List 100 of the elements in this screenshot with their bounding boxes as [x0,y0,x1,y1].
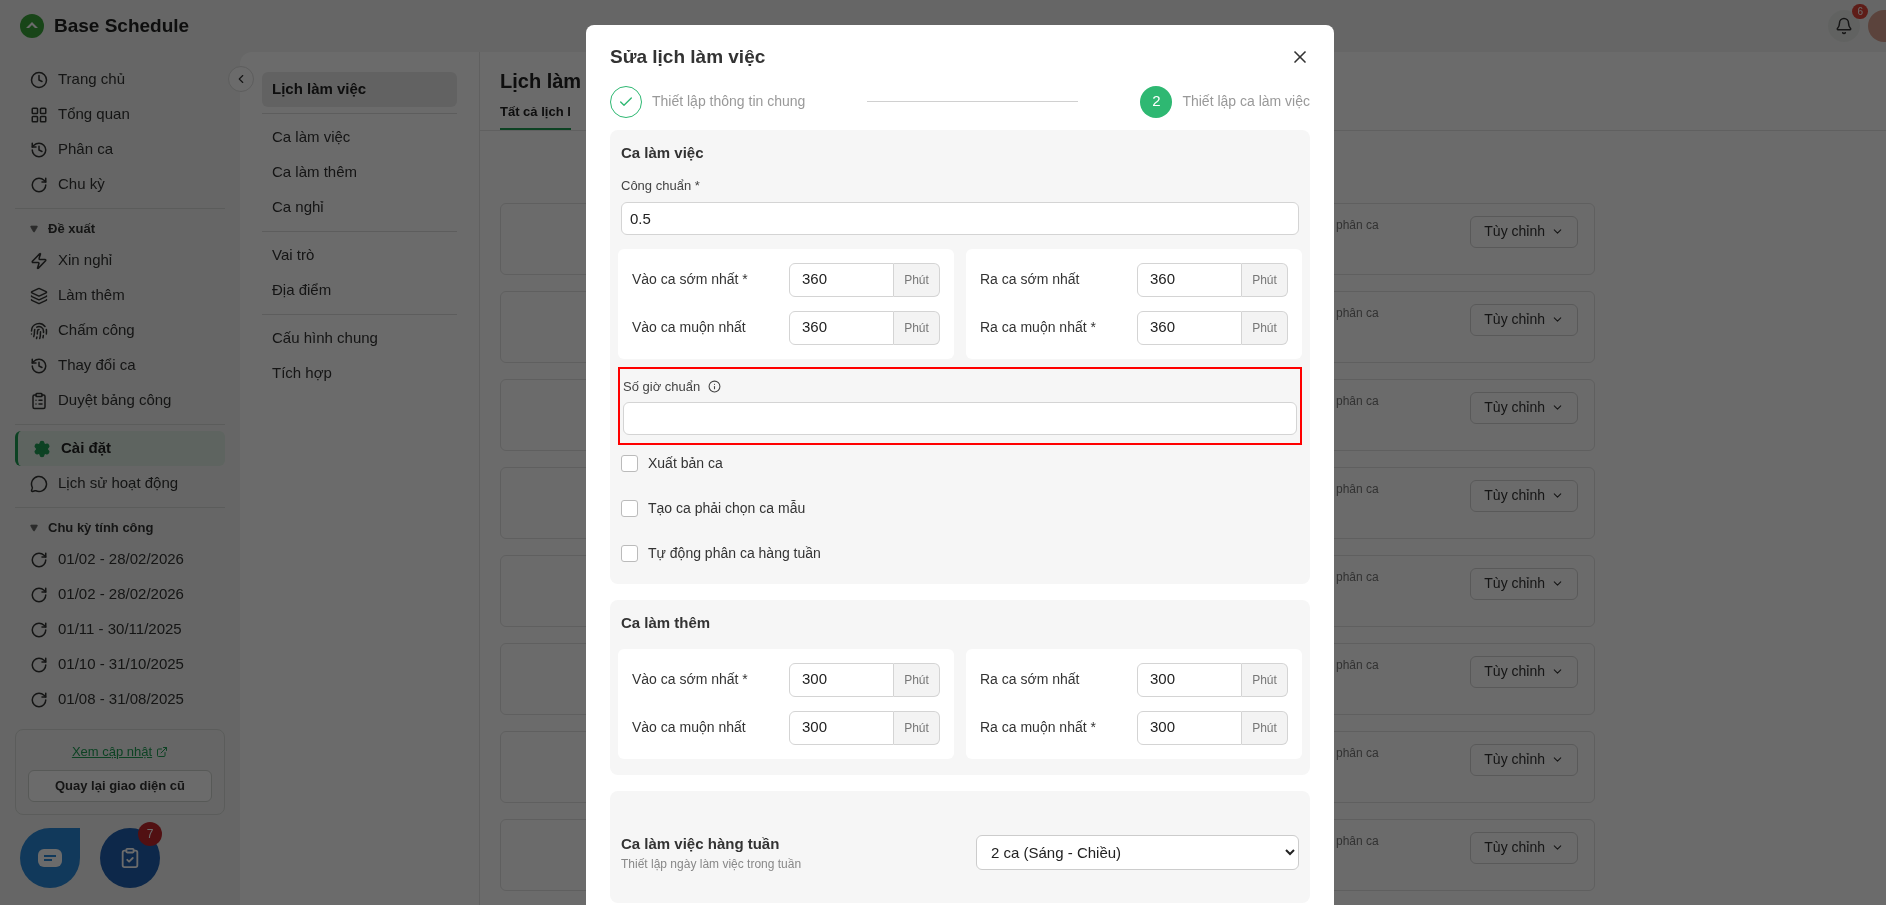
standard-hours-field[interactable] [623,402,1297,435]
card-text: phân ca [1336,304,1379,322]
layers-icon [30,286,48,305]
settings-nav-item[interactable]: Địa điểm [262,273,457,308]
customize-button[interactable]: Tùy chỉnh [1470,743,1578,776]
customize-button[interactable]: Tùy chỉnh [1470,479,1578,512]
notification-button[interactable] [1828,10,1860,42]
sidebar-item[interactable]: Trang chủ [15,62,225,97]
customize-button[interactable]: Tùy chỉnh [1470,215,1578,248]
unit-label: Phút [1242,662,1288,697]
number-field[interactable]: 300 [789,662,894,697]
sidebar-item[interactable]: 01/08 - 31/08/2025 [15,682,225,717]
info-icon[interactable] [708,379,722,393]
sidebar-item[interactable]: 01/11 - 30/11/2025 [15,612,225,647]
customize-button[interactable]: Tùy chỉnh [1470,391,1578,424]
settings-icon [33,439,51,458]
unit-label: Phút [894,310,940,345]
sidebar-item[interactable]: 01/02 - 28/02/2026 [15,542,225,577]
dialog-title: Sửa lịch làm việc [610,45,766,69]
speech-bubble-icon [30,474,48,493]
settings-nav-item[interactable]: Ca làm thêm [262,155,457,190]
chat-button[interactable] [20,828,80,888]
card-text: phân ca [1336,568,1379,586]
field-label: Ra ca sớm nhất [980,270,1080,289]
field-label: Vào ca sớm nhất * [632,670,748,689]
section-heading[interactable]: Chu kỳ tính công [15,514,225,542]
unit-label: Phút [1242,710,1288,745]
checkbox-label: Tạo ca phải chọn ca mẫu [648,499,806,518]
sidebar-item[interactable]: Chấm công [15,313,225,348]
settings-nav-item[interactable]: Tích hợp [262,356,457,391]
customize-button[interactable]: Tùy chỉnh [1470,567,1578,600]
caret-icon [30,524,38,532]
app-title: Base Schedule [54,13,190,38]
settings-nav-item[interactable]: Ca làm việc [262,120,457,155]
settings-nav-item[interactable]: Vai trò [262,238,457,273]
field-label: Ra ca muộn nhất * [980,318,1096,337]
unit-label: Phút [1242,262,1288,297]
sidebar-item[interactable]: Xin nghỉ [15,243,225,278]
grid-icon [30,105,48,124]
sidebar-item[interactable]: Phân ca [15,132,225,167]
lightning-icon [30,251,48,270]
legacy-ui-button[interactable]: Quay lại giao diện cũ [28,769,212,802]
card-text: phân ca [1336,392,1379,410]
number-field[interactable]: 360 [789,310,894,345]
customize-button[interactable]: Tùy chỉnh [1470,831,1578,864]
sidebar-item[interactable]: Chu kỳ [15,167,225,202]
chat-icon [38,849,62,867]
notification-badge: 6 [1852,4,1868,19]
sidebar-item[interactable]: Làm thêm [15,278,225,313]
number-field[interactable]: 360 [1137,262,1242,297]
field-label: Công chuẩn * [621,177,701,195]
customize-button[interactable]: Tùy chỉnh [1470,655,1578,688]
unit-label: Phút [1242,310,1288,345]
clipboard-list-icon [30,391,48,410]
settings-nav-item[interactable]: Ca nghỉ [262,190,457,225]
number-field[interactable]: 360 [1137,310,1242,345]
sidebar-item[interactable]: 01/02 - 28/02/2026 [15,577,225,612]
settings-nav-item[interactable]: Cấu hình chung [262,321,457,356]
section-heading[interactable]: Đề xuất [15,215,225,243]
sidebar-item[interactable]: Tổng quan [15,97,225,132]
fingerprint-icon [30,321,48,340]
customize-button[interactable]: Tùy chỉnh [1470,303,1578,336]
tab[interactable]: Tất cả lịch l [500,102,571,130]
number-field[interactable]: 300 [1137,710,1242,745]
refresh-icon [30,585,48,604]
avatar[interactable] [1868,10,1886,42]
tasks-button[interactable] [100,828,160,888]
section-title: Ca làm việc hàng tuần [621,833,781,854]
checkbox[interactable] [621,500,638,517]
card-text: phân ca [1336,656,1379,674]
workday-field[interactable]: 0.5 [621,201,1299,235]
field-label: Ra ca muộn nhất * [980,718,1096,737]
caret-icon [30,225,38,233]
card-text: phân ca [1336,832,1379,850]
number-field[interactable]: 300 [789,710,894,745]
unit-label: Phút [894,662,940,697]
number-field[interactable]: 360 [789,262,894,297]
sidebar-item[interactable]: Lịch sử hoạt động [15,466,225,501]
settings-nav-item[interactable]: Lịch làm việc [262,72,457,107]
shift-select[interactable]: 2 ca (Sáng - Chiều) [976,835,1299,871]
sidebar-item[interactable]: 01/10 - 31/10/2025 [15,647,225,682]
field-label: Vào ca sớm nhất * [632,270,748,289]
field-label: Vào ca muộn nhất [632,318,746,337]
number-field[interactable]: 300 [1137,662,1242,697]
card-text: phân ca [1336,480,1379,498]
unit-label: Phút [894,710,940,745]
bell-icon [1835,17,1853,35]
sidebar-item[interactable]: Cài đặt [15,431,225,466]
field-label: Số giờ chuẩn [623,377,701,396]
sidebar-item[interactable]: Thay đổi ca [15,348,225,383]
update-link[interactable]: Xem cập nhật [71,742,169,762]
checkbox[interactable] [621,455,638,472]
refresh-icon [30,175,48,194]
step-label: Thiết lập thông tin chung [652,92,806,111]
refresh-icon [30,655,48,674]
sidebar-item[interactable]: Duyệt bảng công [15,383,225,418]
collapse-button[interactable] [228,66,254,92]
card-text: phân ca [1336,216,1379,234]
field-label: Vào ca muộn nhất [632,718,746,737]
checkbox[interactable] [621,545,638,562]
